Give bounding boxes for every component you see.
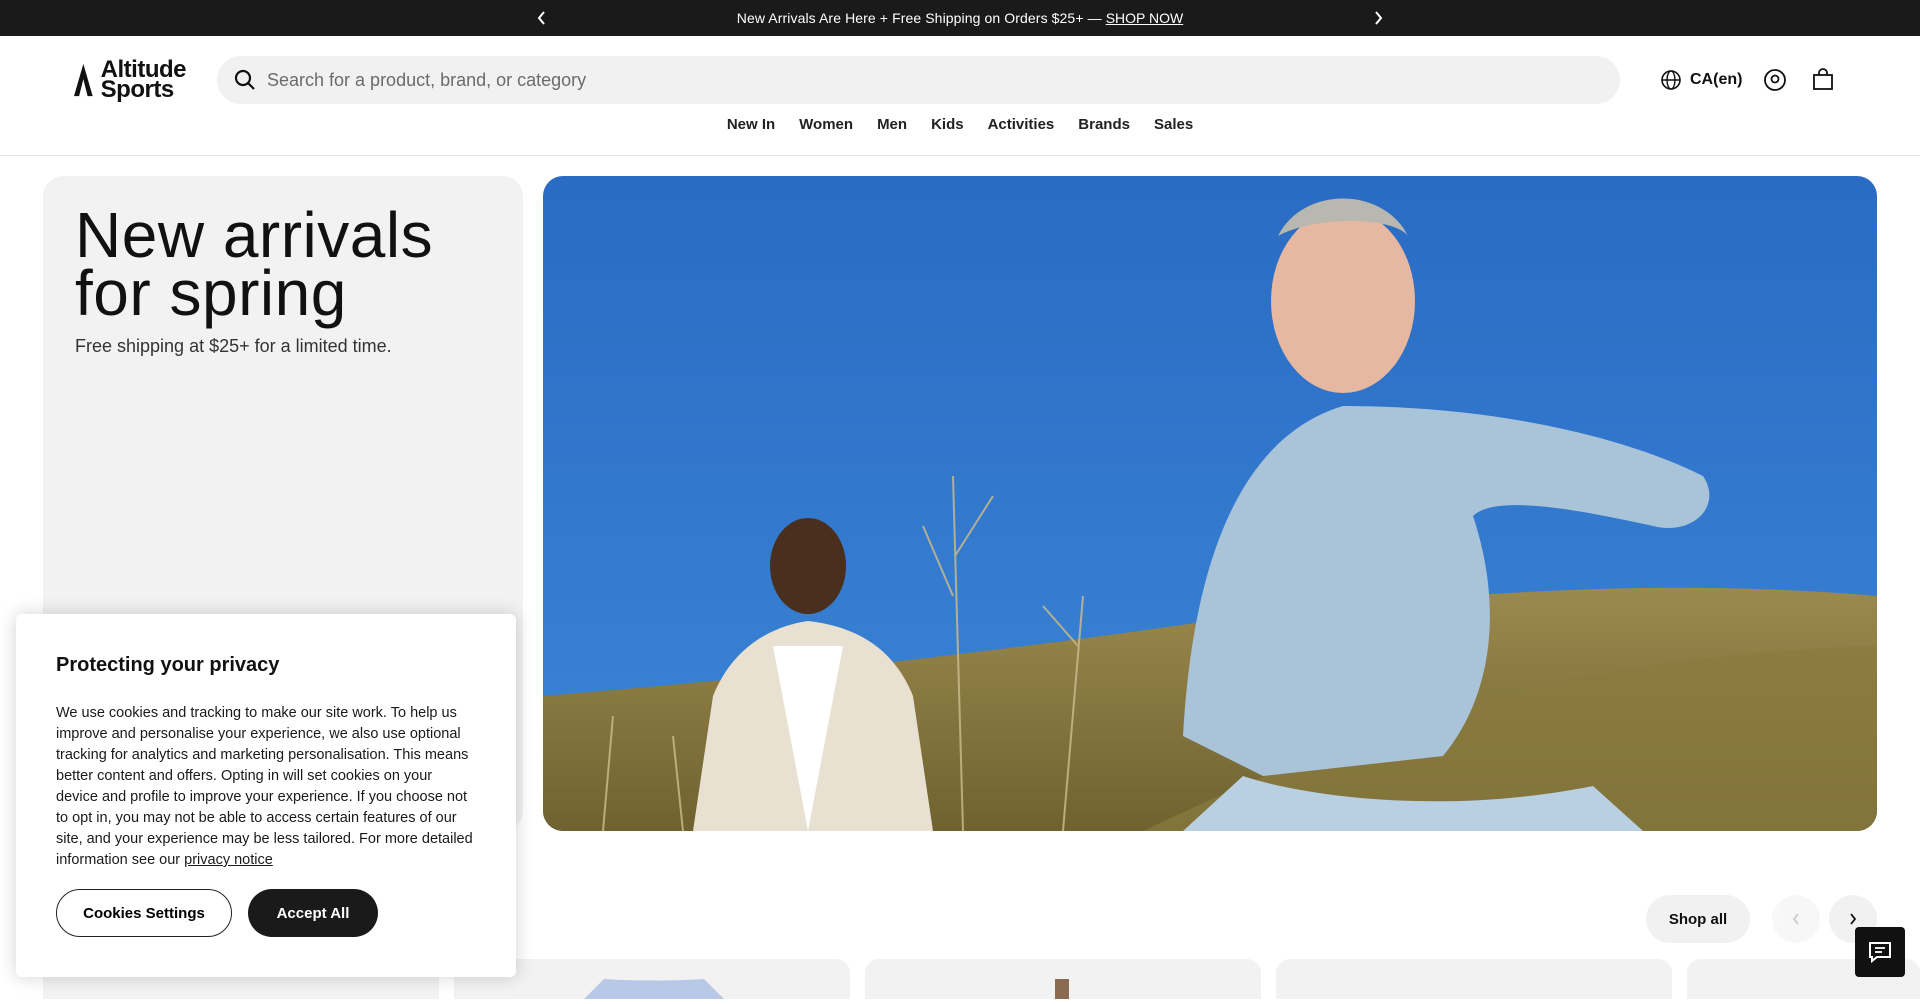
live-chat-button[interactable] — [1855, 927, 1905, 977]
accept-all-button[interactable]: Accept All — [248, 889, 378, 937]
announcement-text: New Arrivals Are Here + Free Shipping on… — [736, 10, 1102, 26]
account-button[interactable] — [1761, 66, 1789, 94]
hero-photo — [543, 176, 1877, 831]
nav-kids[interactable]: Kids — [931, 116, 964, 140]
nav-activities[interactable]: Activities — [988, 116, 1055, 140]
hero-title: New arrivals for spring — [75, 199, 434, 329]
chevron-left-icon — [537, 11, 545, 25]
chat-icon — [1869, 942, 1891, 964]
chevron-right-icon — [1375, 11, 1383, 25]
chevron-right-icon — [1850, 913, 1857, 925]
nav-brands[interactable]: Brands — [1078, 116, 1130, 140]
site-header: Altitude Sports CA(en) New In Women Men … — [0, 36, 1920, 156]
announcement-prev-button[interactable] — [527, 0, 557, 36]
main-nav: New In Women Men Kids Activities Brands … — [0, 116, 1920, 140]
privacy-notice-link[interactable]: privacy notice — [184, 852, 273, 868]
globe-icon — [1661, 70, 1681, 90]
cookie-consent-dialog: Protecting your privacy We use cookies a… — [16, 614, 516, 977]
logo-mark-icon — [74, 63, 93, 97]
product-card[interactable] — [1276, 959, 1672, 999]
carousel-prev-button[interactable] — [1772, 895, 1820, 943]
site-logo[interactable]: Altitude Sports — [74, 56, 187, 103]
nav-sales[interactable]: Sales — [1154, 116, 1193, 140]
nav-women[interactable]: Women — [799, 116, 853, 140]
cookie-dialog-title: Protecting your privacy — [56, 654, 280, 676]
nav-new-in[interactable]: New In — [727, 116, 775, 140]
locale-selector[interactable]: CA(en) — [1660, 68, 1742, 92]
cookie-dialog-body: We use cookies and tracking to make our … — [56, 705, 473, 868]
shop-all-button[interactable]: Shop all — [1646, 895, 1750, 943]
logo-wordmark: Altitude Sports — [100, 56, 187, 103]
announcement-bar: New Arrivals Are Here + Free Shipping on… — [0, 0, 1920, 36]
chevron-left-icon — [1792, 913, 1799, 925]
cart-button[interactable] — [1809, 66, 1837, 94]
product-thumbnail — [1055, 979, 1069, 999]
announcement-shop-link[interactable]: SHOP NOW — [1106, 10, 1184, 26]
user-icon — [1764, 69, 1786, 91]
hero-subtitle: Free shipping at $25+ for a limited time… — [75, 336, 392, 356]
cookie-dialog-actions: Cookies Settings Accept All — [56, 889, 378, 937]
search-bar[interactable] — [217, 56, 1620, 104]
search-input[interactable] — [267, 69, 1567, 91]
locale-label: CA(en) — [1690, 71, 1743, 88]
announcement-next-button[interactable] — [1363, 0, 1393, 36]
shopping-bag-icon — [1813, 68, 1833, 90]
product-card[interactable] — [865, 959, 1261, 999]
search-icon — [234, 69, 255, 90]
nav-men[interactable]: Men — [877, 116, 907, 140]
cookies-settings-button[interactable]: Cookies Settings — [56, 889, 232, 937]
hero-image[interactable] — [543, 176, 1877, 831]
